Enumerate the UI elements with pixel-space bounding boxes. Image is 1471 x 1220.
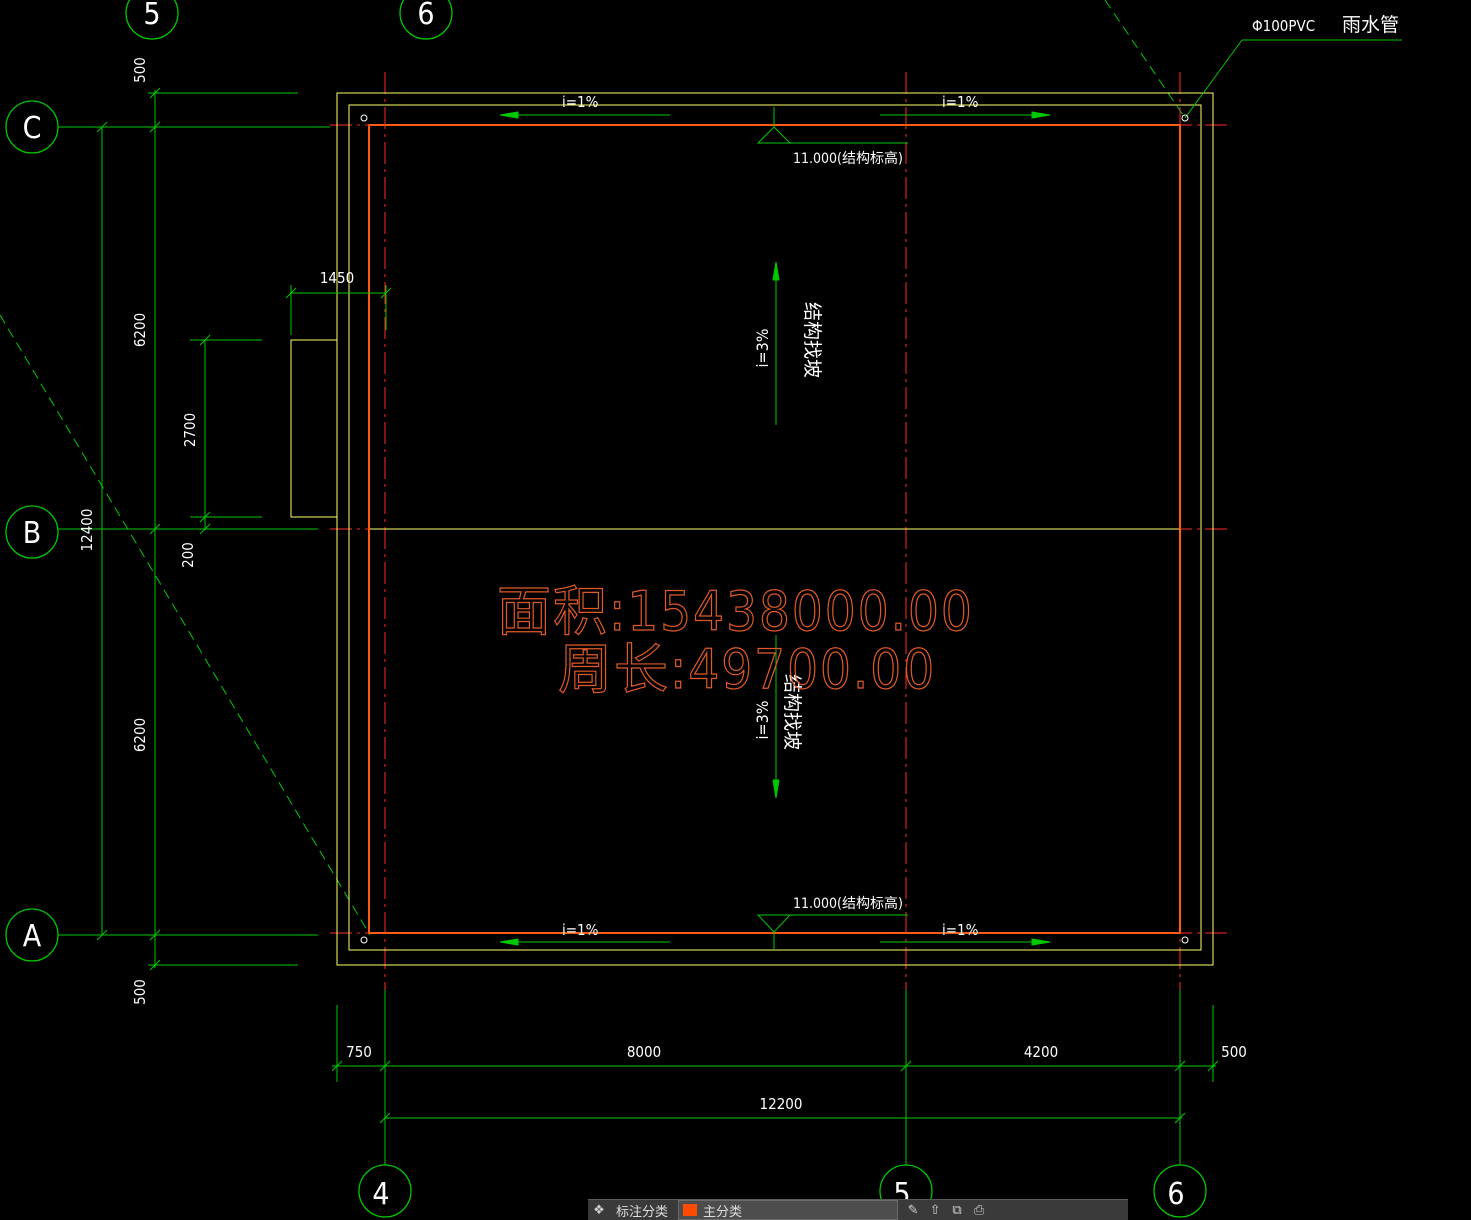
- drain-pipe-label: Φ100PVC: [1252, 17, 1315, 35]
- layer-manager-icon[interactable]: ❖: [588, 1200, 610, 1220]
- slope-label-top-right: i=1%: [942, 93, 979, 111]
- dim-bottom-total: 12200: [760, 1095, 803, 1113]
- dim-bottom-8000: 8000: [627, 1043, 661, 1061]
- axis-label-a: A: [23, 919, 42, 954]
- elevation-label-top: 11.000(结构标高): [793, 150, 903, 167]
- perimeter-measurement: 周长:49700.00: [558, 638, 936, 701]
- slope-label-bottom-left: i=1%: [562, 921, 599, 939]
- dim-left-total: 12400: [78, 509, 96, 552]
- dim-left-lower: 6200: [131, 718, 149, 752]
- layer-color-swatch: [683, 1204, 698, 1216]
- elevation-label-bottom: 11.000(结构标高): [793, 895, 903, 912]
- diagonal-line-right: [1104, 0, 1186, 119]
- print-icon[interactable]: ⎙: [968, 1200, 990, 1220]
- pen-icon[interactable]: ✎: [902, 1200, 924, 1220]
- area-measurement: 面积:15438000.00: [497, 580, 974, 643]
- dim-left-mid: 200: [179, 542, 197, 568]
- dim-bottom-500: 500: [1221, 1043, 1247, 1061]
- dim-left-bottom: 500: [131, 979, 149, 1005]
- dim-left-upper: 6200: [131, 313, 149, 347]
- layer-select[interactable]: 主分类: [678, 1200, 899, 1220]
- cad-drawing-canvas[interactable]: 5 6 C B A 4 5 6 500 6200 12400 2700 200 …: [0, 0, 1471, 1219]
- dim-left-opening: 2700: [181, 413, 199, 447]
- slope-label-top-left: i=1%: [562, 93, 599, 111]
- slope-label-bottom-right: i=1%: [942, 921, 979, 939]
- bottom-toolbar: ❖ 标注分类 主分类 ✎ ⇧ ⧉ ⎙: [588, 1199, 1128, 1220]
- toolbar-dim-category[interactable]: 标注分类: [610, 1200, 674, 1220]
- slope-3-lower: i=3%: [753, 701, 772, 740]
- axis-label-top-6: 6: [417, 0, 434, 32]
- dim-opening-width: 1450: [320, 269, 354, 287]
- diagonal-line-left: [0, 314, 371, 936]
- drain-pipe-label-cn: 雨水管: [1342, 14, 1399, 36]
- slope-3-upper: i=3%: [753, 329, 772, 368]
- dim-left-top: 500: [131, 57, 149, 83]
- slope-note-upper: 结构找坡: [801, 302, 823, 378]
- axis-label-bottom-6: 6: [1167, 1177, 1184, 1212]
- up-arrow-icon[interactable]: ⇧: [924, 1200, 946, 1220]
- dim-bottom-750: 750: [346, 1043, 372, 1061]
- axis-label-bottom-4: 4: [372, 1177, 389, 1212]
- layer-select-label: 主分类: [703, 1204, 743, 1220]
- axis-label-c: C: [23, 111, 42, 146]
- axis-lines: [330, 72, 1232, 990]
- axis-label-b: B: [23, 516, 42, 551]
- parapet-outline: [290, 92, 1214, 966]
- axis-label-top-5: 5: [143, 0, 160, 32]
- copy-icon[interactable]: ⧉: [946, 1200, 968, 1220]
- dim-bottom-4200: 4200: [1024, 1043, 1058, 1061]
